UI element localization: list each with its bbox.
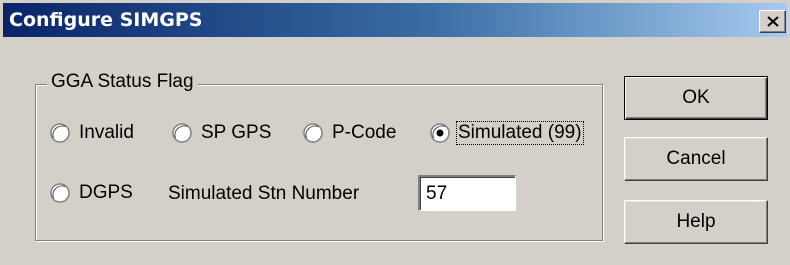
radio-unchecked-icon: [303, 123, 323, 143]
radio-invalid[interactable]: Invalid: [50, 121, 134, 145]
simulated-stn-number-label: Simulated Stn Number: [168, 183, 360, 204]
configure-simgps-dialog: Configure SIMGPS GGA Status Flag Invalid…: [0, 0, 790, 265]
radio-dgps-label: DGPS: [79, 182, 133, 203]
radio-simulated-99-label: Simulated (99): [456, 121, 584, 145]
radio-simulated-99[interactable]: Simulated (99): [430, 121, 584, 145]
radio-sp-gps[interactable]: SP GPS: [172, 121, 271, 145]
ok-button[interactable]: OK: [624, 76, 768, 120]
radio-unchecked-icon: [50, 183, 70, 203]
radio-p-code[interactable]: P-Code: [303, 121, 396, 145]
radio-sp-gps-label: SP GPS: [201, 122, 272, 143]
window-title: Configure SIMGPS: [9, 9, 203, 31]
radio-p-code-label: P-Code: [332, 122, 397, 143]
close-x-icon: [766, 16, 779, 27]
radio-dgps[interactable]: DGPS: [50, 181, 133, 205]
radio-unchecked-icon: [172, 123, 192, 143]
gga-status-flag-group: [35, 84, 603, 241]
radio-checked-icon: [430, 123, 450, 143]
simulated-stn-number-input[interactable]: [418, 175, 516, 211]
close-button[interactable]: [759, 10, 786, 33]
radio-invalid-label: Invalid: [79, 122, 134, 143]
radio-unchecked-icon: [50, 123, 70, 143]
group-legend: GGA Status Flag: [47, 71, 198, 93]
title-bar[interactable]: Configure SIMGPS: [3, 3, 787, 37]
cancel-button[interactable]: Cancel: [624, 137, 768, 181]
help-button[interactable]: Help: [624, 200, 768, 244]
